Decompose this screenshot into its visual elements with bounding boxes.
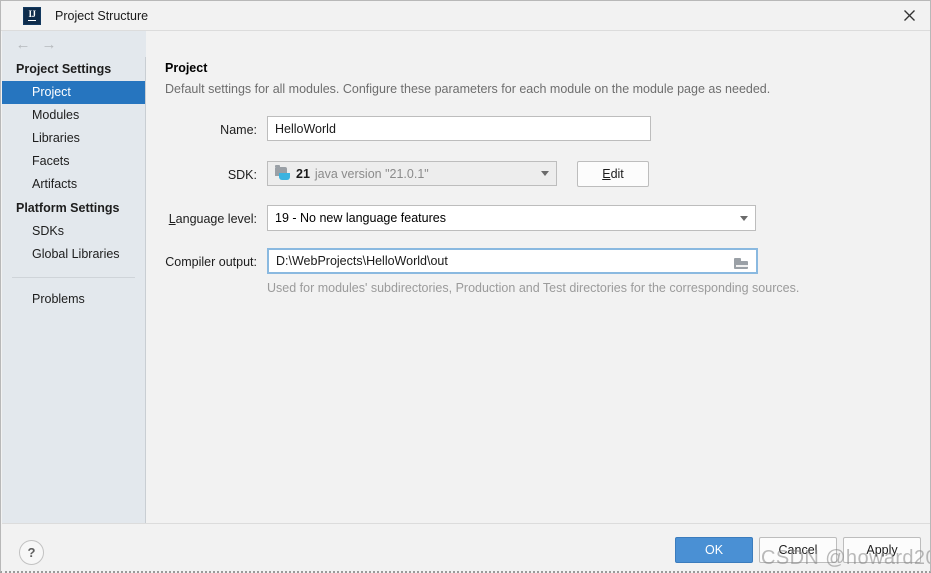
- sidebar-section-project-settings: Project Settings: [16, 62, 112, 76]
- cancel-button[interactable]: Cancel: [759, 537, 837, 563]
- language-level-chevron-down-icon[interactable]: [733, 206, 755, 230]
- compiler-output-input[interactable]: D:\WebProjects\HelloWorld\out: [267, 248, 758, 274]
- sdk-edit-button[interactable]: Edit: [577, 161, 649, 187]
- sidebar-item-project[interactable]: Project: [2, 81, 145, 104]
- back-arrow-icon[interactable]: ←: [10, 31, 36, 57]
- language-level-combobox[interactable]: 19 - No new language features: [267, 205, 756, 231]
- sdk-label: SDK:: [227, 168, 257, 182]
- sidebar-item-facets[interactable]: Facets: [2, 150, 145, 173]
- language-level-value: 19 - No new language features: [275, 211, 446, 225]
- sidebar-item-sdks[interactable]: SDKs: [2, 220, 145, 243]
- logo-text: IJ: [28, 9, 36, 21]
- apply-button[interactable]: Apply: [843, 537, 921, 563]
- sidebar-item-libraries[interactable]: Libraries: [2, 127, 145, 150]
- sidebar-item-problems[interactable]: Problems: [2, 288, 145, 311]
- compiler-output-hint: Used for modules' subdirectories, Produc…: [267, 281, 800, 295]
- sdk-description: java version "21.0.1": [314, 166, 429, 181]
- name-label: Name:: [220, 123, 257, 137]
- page-title: Project: [165, 61, 208, 75]
- sdk-combobox[interactable]: 21 java version "21.0.1": [267, 161, 557, 186]
- sdk-version: 21: [296, 166, 310, 181]
- sidebar-item-global-libraries[interactable]: Global Libraries: [2, 243, 145, 266]
- navigation-bar: ← →: [2, 31, 146, 57]
- sidebar-section-platform-settings: Platform Settings: [16, 201, 120, 215]
- close-icon[interactable]: [886, 1, 930, 30]
- help-button[interactable]: ?: [19, 540, 44, 565]
- project-name-value: HelloWorld: [275, 121, 336, 136]
- dialog-footer: ? OK Cancel Apply: [2, 523, 930, 571]
- folder-icon[interactable]: [729, 253, 753, 273]
- settings-sidebar: Project Settings Project Modules Librari…: [2, 57, 146, 523]
- sdk-edit-mnemonic: E: [602, 167, 611, 181]
- language-level-label: Language level:: [165, 212, 257, 226]
- sidebar-item-artifacts[interactable]: Artifacts: [2, 173, 145, 196]
- compiler-output-value: D:\WebProjects\HelloWorld\out: [276, 254, 448, 268]
- window-title: Project Structure: [55, 8, 149, 23]
- sidebar-item-modules[interactable]: Modules: [2, 104, 145, 127]
- project-name-input[interactable]: HelloWorld: [267, 116, 651, 141]
- compiler-output-label: Compiler output:: [165, 255, 257, 269]
- language-level-mnemonic: L: [168, 212, 176, 226]
- sdk-chevron-down-icon[interactable]: [534, 162, 556, 185]
- ok-button[interactable]: OK: [675, 537, 753, 563]
- intellij-idea-logo-icon: IJ: [23, 6, 41, 25]
- project-structure-dialog: IJ Project Structure ← → Project Setting…: [0, 0, 931, 573]
- sdk-icon: [275, 164, 291, 181]
- sidebar-divider: [12, 277, 135, 278]
- settings-content-panel: Project Default settings for all modules…: [147, 31, 930, 523]
- title-bar: IJ Project Structure: [1, 1, 930, 31]
- language-level-label-rest: anguage level:: [175, 212, 257, 226]
- page-description: Default settings for all modules. Config…: [165, 82, 771, 96]
- forward-arrow-icon[interactable]: →: [36, 31, 62, 57]
- sdk-edit-rest: dit: [610, 167, 624, 181]
